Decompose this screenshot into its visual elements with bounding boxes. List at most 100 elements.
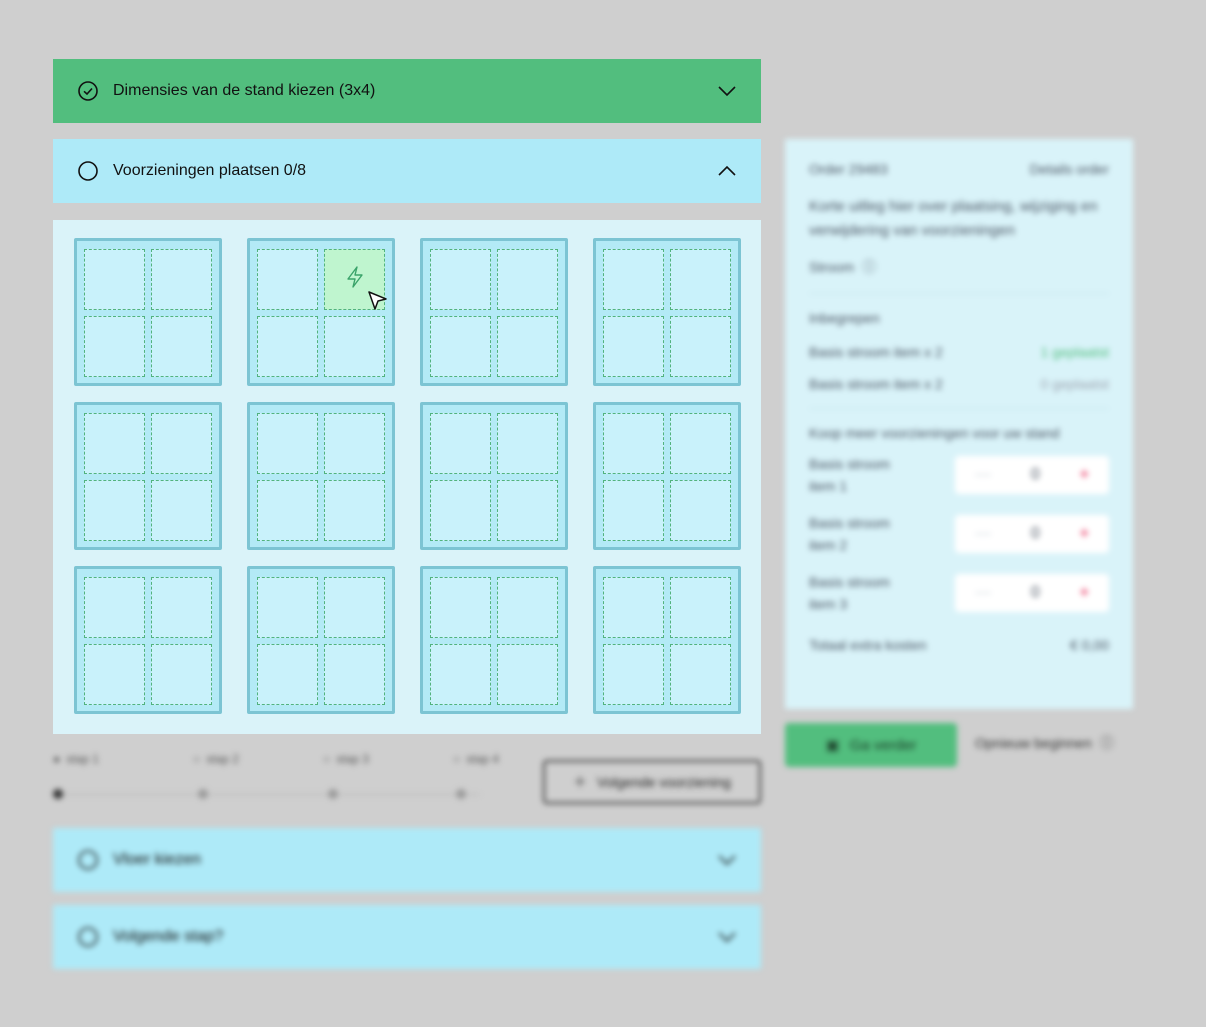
placement-slot[interactable] [151, 249, 212, 310]
booth-tile[interactable] [420, 566, 568, 714]
lock-icon: ○ [323, 752, 331, 766]
placement-slot[interactable] [430, 644, 491, 705]
placement-slot[interactable] [603, 316, 664, 377]
placement-slot[interactable] [603, 413, 664, 474]
continue-button[interactable]: ▣ Ga verder [785, 723, 957, 767]
step-floor-header[interactable]: Vloer kiezen [53, 828, 761, 892]
booth-tile[interactable] [593, 402, 741, 550]
sidebar-description: Korte uitleg hier over plaatsing, wijzig… [809, 198, 1098, 239]
quantity-stepper[interactable]: — 0 + [955, 515, 1109, 554]
placement-slot[interactable] [257, 480, 318, 541]
minus-button[interactable]: — [975, 525, 991, 543]
placement-slot[interactable] [84, 413, 145, 474]
placement-slot[interactable] [497, 413, 558, 474]
placement-slot[interactable] [257, 249, 318, 310]
booth-tile[interactable] [420, 238, 568, 386]
placement-slot[interactable] [430, 577, 491, 638]
booth-tile[interactable] [247, 566, 395, 714]
booth-tile[interactable] [247, 402, 395, 550]
quantity-stepper[interactable]: — 0 + [955, 573, 1109, 612]
placement-slot[interactable] [151, 577, 212, 638]
lock-icon: ○ [453, 752, 461, 766]
restart-link[interactable]: Opnieuw beginnen ⓘ [975, 733, 1114, 753]
placement-slot[interactable] [151, 413, 212, 474]
placement-slot[interactable] [670, 577, 731, 638]
placement-slot[interactable] [257, 316, 318, 377]
placement-slot[interactable] [670, 249, 731, 310]
placement-slot[interactable] [324, 644, 385, 705]
next-facility-button[interactable]: ＋ Volgende voorziening [543, 760, 761, 804]
included-heading: Inbegrepen [809, 310, 880, 326]
info-icon[interactable]: ⓘ [862, 257, 876, 277]
placement-slot[interactable] [324, 480, 385, 541]
total-label: Totaal extra kosten [809, 637, 927, 654]
step-facilities-header[interactable]: Voorzieningen plaatsen 0/8 [53, 139, 761, 203]
booth-tile[interactable] [593, 238, 741, 386]
placement-slot[interactable] [670, 480, 731, 541]
placement-slot[interactable] [430, 316, 491, 377]
chevron-down-icon[interactable] [717, 85, 737, 97]
placement-slot[interactable] [497, 249, 558, 310]
minus-button[interactable]: — [975, 584, 991, 602]
placement-slot[interactable] [151, 480, 212, 541]
booth-tile[interactable] [74, 402, 222, 550]
booth-tile[interactable] [420, 402, 568, 550]
placement-slot[interactable] [497, 316, 558, 377]
mouse-cursor-icon [367, 290, 389, 317]
placement-slot[interactable] [670, 644, 731, 705]
lock-icon: ● [53, 752, 61, 766]
placement-slot[interactable] [84, 577, 145, 638]
plus-button[interactable]: + [1080, 584, 1089, 602]
booth-tile[interactable] [593, 566, 741, 714]
placement-slot[interactable] [670, 316, 731, 377]
placement-slot[interactable] [84, 249, 145, 310]
chevron-down-icon[interactable] [717, 854, 737, 866]
placement-slot[interactable] [430, 413, 491, 474]
placement-slot[interactable] [151, 316, 212, 377]
minus-button[interactable]: — [975, 466, 991, 484]
included-item-name: Basis stroom item x 2 [809, 376, 943, 392]
booth-tile[interactable] [74, 238, 222, 386]
cart-icon: ▣ [825, 737, 840, 754]
placement-slot[interactable] [603, 480, 664, 541]
placement-slot[interactable] [430, 480, 491, 541]
order-details-link[interactable]: Details order [1030, 161, 1109, 177]
chevron-down-icon[interactable] [717, 931, 737, 943]
placement-slot[interactable] [324, 577, 385, 638]
placement-slot[interactable] [84, 316, 145, 377]
placement-slot[interactable] [603, 644, 664, 705]
empty-circle-icon [77, 849, 99, 871]
step-floor-title: Vloer kiezen [113, 851, 202, 868]
placement-slot[interactable] [497, 480, 558, 541]
placement-slot[interactable] [670, 413, 731, 474]
plus-button[interactable]: + [1080, 466, 1089, 484]
chevron-up-icon[interactable] [717, 165, 737, 177]
placement-slot[interactable] [84, 644, 145, 705]
placement-slot[interactable] [84, 480, 145, 541]
progress-step-2: ○ stap 2 [193, 752, 239, 766]
placement-slot[interactable] [324, 413, 385, 474]
step-facilities-title: Voorzieningen plaatsen 0/8 [113, 162, 307, 179]
placement-slot[interactable] [497, 644, 558, 705]
booth-tile[interactable] [74, 566, 222, 714]
step-dimensions-header[interactable]: Dimensies van de stand kiezen (3x4) [53, 59, 761, 123]
placement-slot[interactable] [257, 413, 318, 474]
progress-step-4: ○ stap 4 [453, 752, 499, 766]
included-item-status: 0 geplaatst [1040, 376, 1110, 392]
placement-slot[interactable] [151, 644, 212, 705]
placement-slot[interactable] [324, 316, 385, 377]
quantity-stepper[interactable]: — 0 + [955, 456, 1109, 495]
quantity-value: 0 [1030, 466, 1040, 484]
placement-slot[interactable] [497, 577, 558, 638]
placement-slot[interactable] [257, 644, 318, 705]
placement-slot[interactable] [430, 249, 491, 310]
help-icon: ⓘ [1099, 735, 1114, 751]
plus-button[interactable]: + [1080, 525, 1089, 543]
lock-icon: ○ [193, 752, 201, 766]
placement-slot[interactable] [603, 577, 664, 638]
progress-step-1: ● stap 1 [53, 752, 99, 766]
placement-slot[interactable] [257, 577, 318, 638]
order-number: Order 29483 [809, 161, 888, 177]
step-next-header[interactable]: Volgende stap? [53, 905, 761, 969]
placement-slot[interactable] [603, 249, 664, 310]
